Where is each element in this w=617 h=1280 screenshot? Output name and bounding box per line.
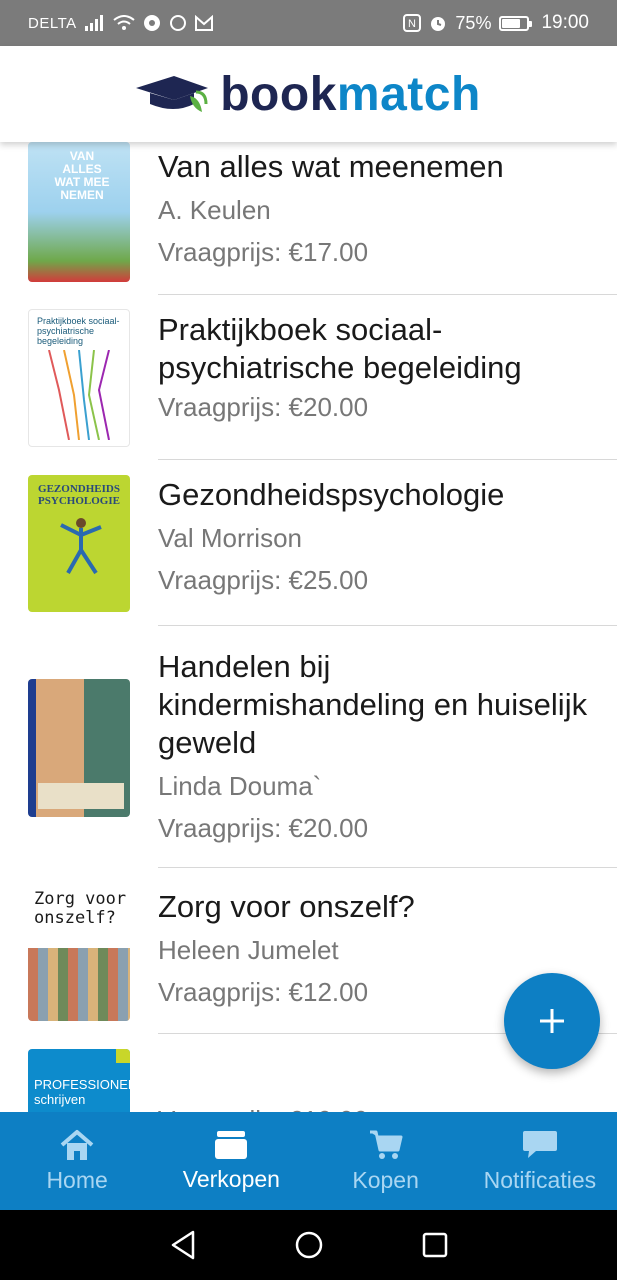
book-cover: Zorg voor onszelf? [28, 886, 130, 1021]
bottom-navigation: Home Verkopen Kopen Notificaties [0, 1112, 617, 1210]
plus-icon [540, 1009, 564, 1033]
cover-title: PROFESSIONEEL schrijven [34, 1077, 130, 1107]
list-item[interactable]: GEZONDHEIDS PSYCHOLOGIE Gezondheidspsych… [0, 460, 617, 626]
cover-title: VAN ALLES WAT MEE NEMEN [54, 149, 110, 202]
music-icon [143, 15, 160, 31]
book-list[interactable]: VAN ALLES WAT MEE NEMEN Van alles wat me… [0, 142, 617, 1112]
cover-title: Zorg voor onszelf? [34, 889, 127, 928]
book-price: Vraagprijs: €17.00 [158, 237, 369, 267]
logo-text: bookmatch [220, 67, 481, 121]
wifi-icon [113, 15, 135, 30]
bookmatch-logo: bookmatch [136, 67, 481, 122]
battery-icon [499, 15, 533, 31]
list-item[interactable]: Handelen bij kindermishandeling en huise… [0, 626, 617, 868]
status-bar: DELTA N 75% 19:00 [0, 0, 617, 46]
carrier-label: DELTA [28, 14, 77, 32]
nfc-icon: N [403, 14, 422, 32]
list-item[interactable]: VAN ALLES WAT MEE NEMEN Van alles wat me… [0, 142, 617, 295]
cart-icon [369, 1130, 403, 1159]
list-item[interactable]: Praktijkboek sociaal-psychiatrische bege… [0, 295, 617, 460]
book-cover: Praktijkboek sociaal-psychiatrische bege… [28, 309, 130, 447]
book-title: Gezondheidspsychologie [158, 477, 505, 512]
book-author: A. Keulen [158, 195, 271, 225]
book-title: Van alles wat meenemen [158, 149, 504, 184]
book-price: Vraagprijs: €20.00 [158, 813, 369, 843]
battery-percentage: 75% [455, 12, 492, 33]
cover-graphic [60, 518, 102, 575]
book-title: Praktijkboek sociaal-psychiatrische bege… [158, 312, 522, 385]
home-icon [60, 1129, 94, 1160]
book-author: Val Morrison [158, 523, 303, 553]
home-circle-icon[interactable] [294, 1230, 324, 1260]
cover-graphic [48, 350, 110, 440]
cover-title: Praktijkboek sociaal-psychiatrische bege… [37, 316, 120, 346]
cover-photo-grid [28, 948, 130, 1021]
book-cover: PROFESSIONEEL schrijven [28, 1049, 130, 1112]
cover-accent [116, 1049, 130, 1063]
svg-text:N: N [408, 18, 416, 30]
chat-icon [522, 1130, 557, 1158]
book-title: Zorg voor onszelf? [158, 889, 415, 924]
nav-notificaties[interactable]: Notificaties [463, 1112, 617, 1210]
cover-title: GEZONDHEIDS PSYCHOLOGIE [38, 483, 120, 507]
book-author: Heleen Jumelet [158, 935, 339, 965]
nav-label: Notificaties [483, 1166, 597, 1193]
system-navigation-bar [0, 1210, 617, 1280]
box-icon [215, 1130, 248, 1159]
graduation-cap-icon [136, 76, 209, 112]
nav-kopen[interactable]: Kopen [309, 1112, 463, 1210]
cover-label [38, 783, 124, 809]
book-price: Vraagprijs: €10.00 [158, 1104, 597, 1112]
book-price: Vraagprijs: €20.00 [158, 392, 369, 422]
back-icon[interactable] [169, 1230, 197, 1260]
nav-home[interactable]: Home [0, 1112, 154, 1210]
signal-icon [84, 15, 103, 31]
nav-label: Kopen [352, 1166, 419, 1193]
whatsapp-icon [169, 15, 186, 31]
clock: 19:00 [541, 12, 589, 33]
book-author: Linda Douma` [158, 771, 322, 801]
add-book-button[interactable] [504, 973, 600, 1069]
nav-verkopen[interactable]: Verkopen [154, 1112, 308, 1210]
book-cover: VAN ALLES WAT MEE NEMEN [28, 142, 130, 282]
book-price: Vraagprijs: €25.00 [158, 565, 369, 595]
app-header: bookmatch [0, 46, 617, 142]
book-cover [28, 679, 130, 817]
nav-label: Verkopen [182, 1165, 280, 1192]
alarm-icon [431, 17, 446, 31]
gmail-icon [194, 15, 213, 31]
recents-square-icon[interactable] [421, 1231, 449, 1259]
nav-label: Home [46, 1166, 108, 1193]
book-title: Handelen bij kindermishandeling en huise… [158, 649, 588, 760]
book-cover: GEZONDHEIDS PSYCHOLOGIE [28, 475, 130, 612]
